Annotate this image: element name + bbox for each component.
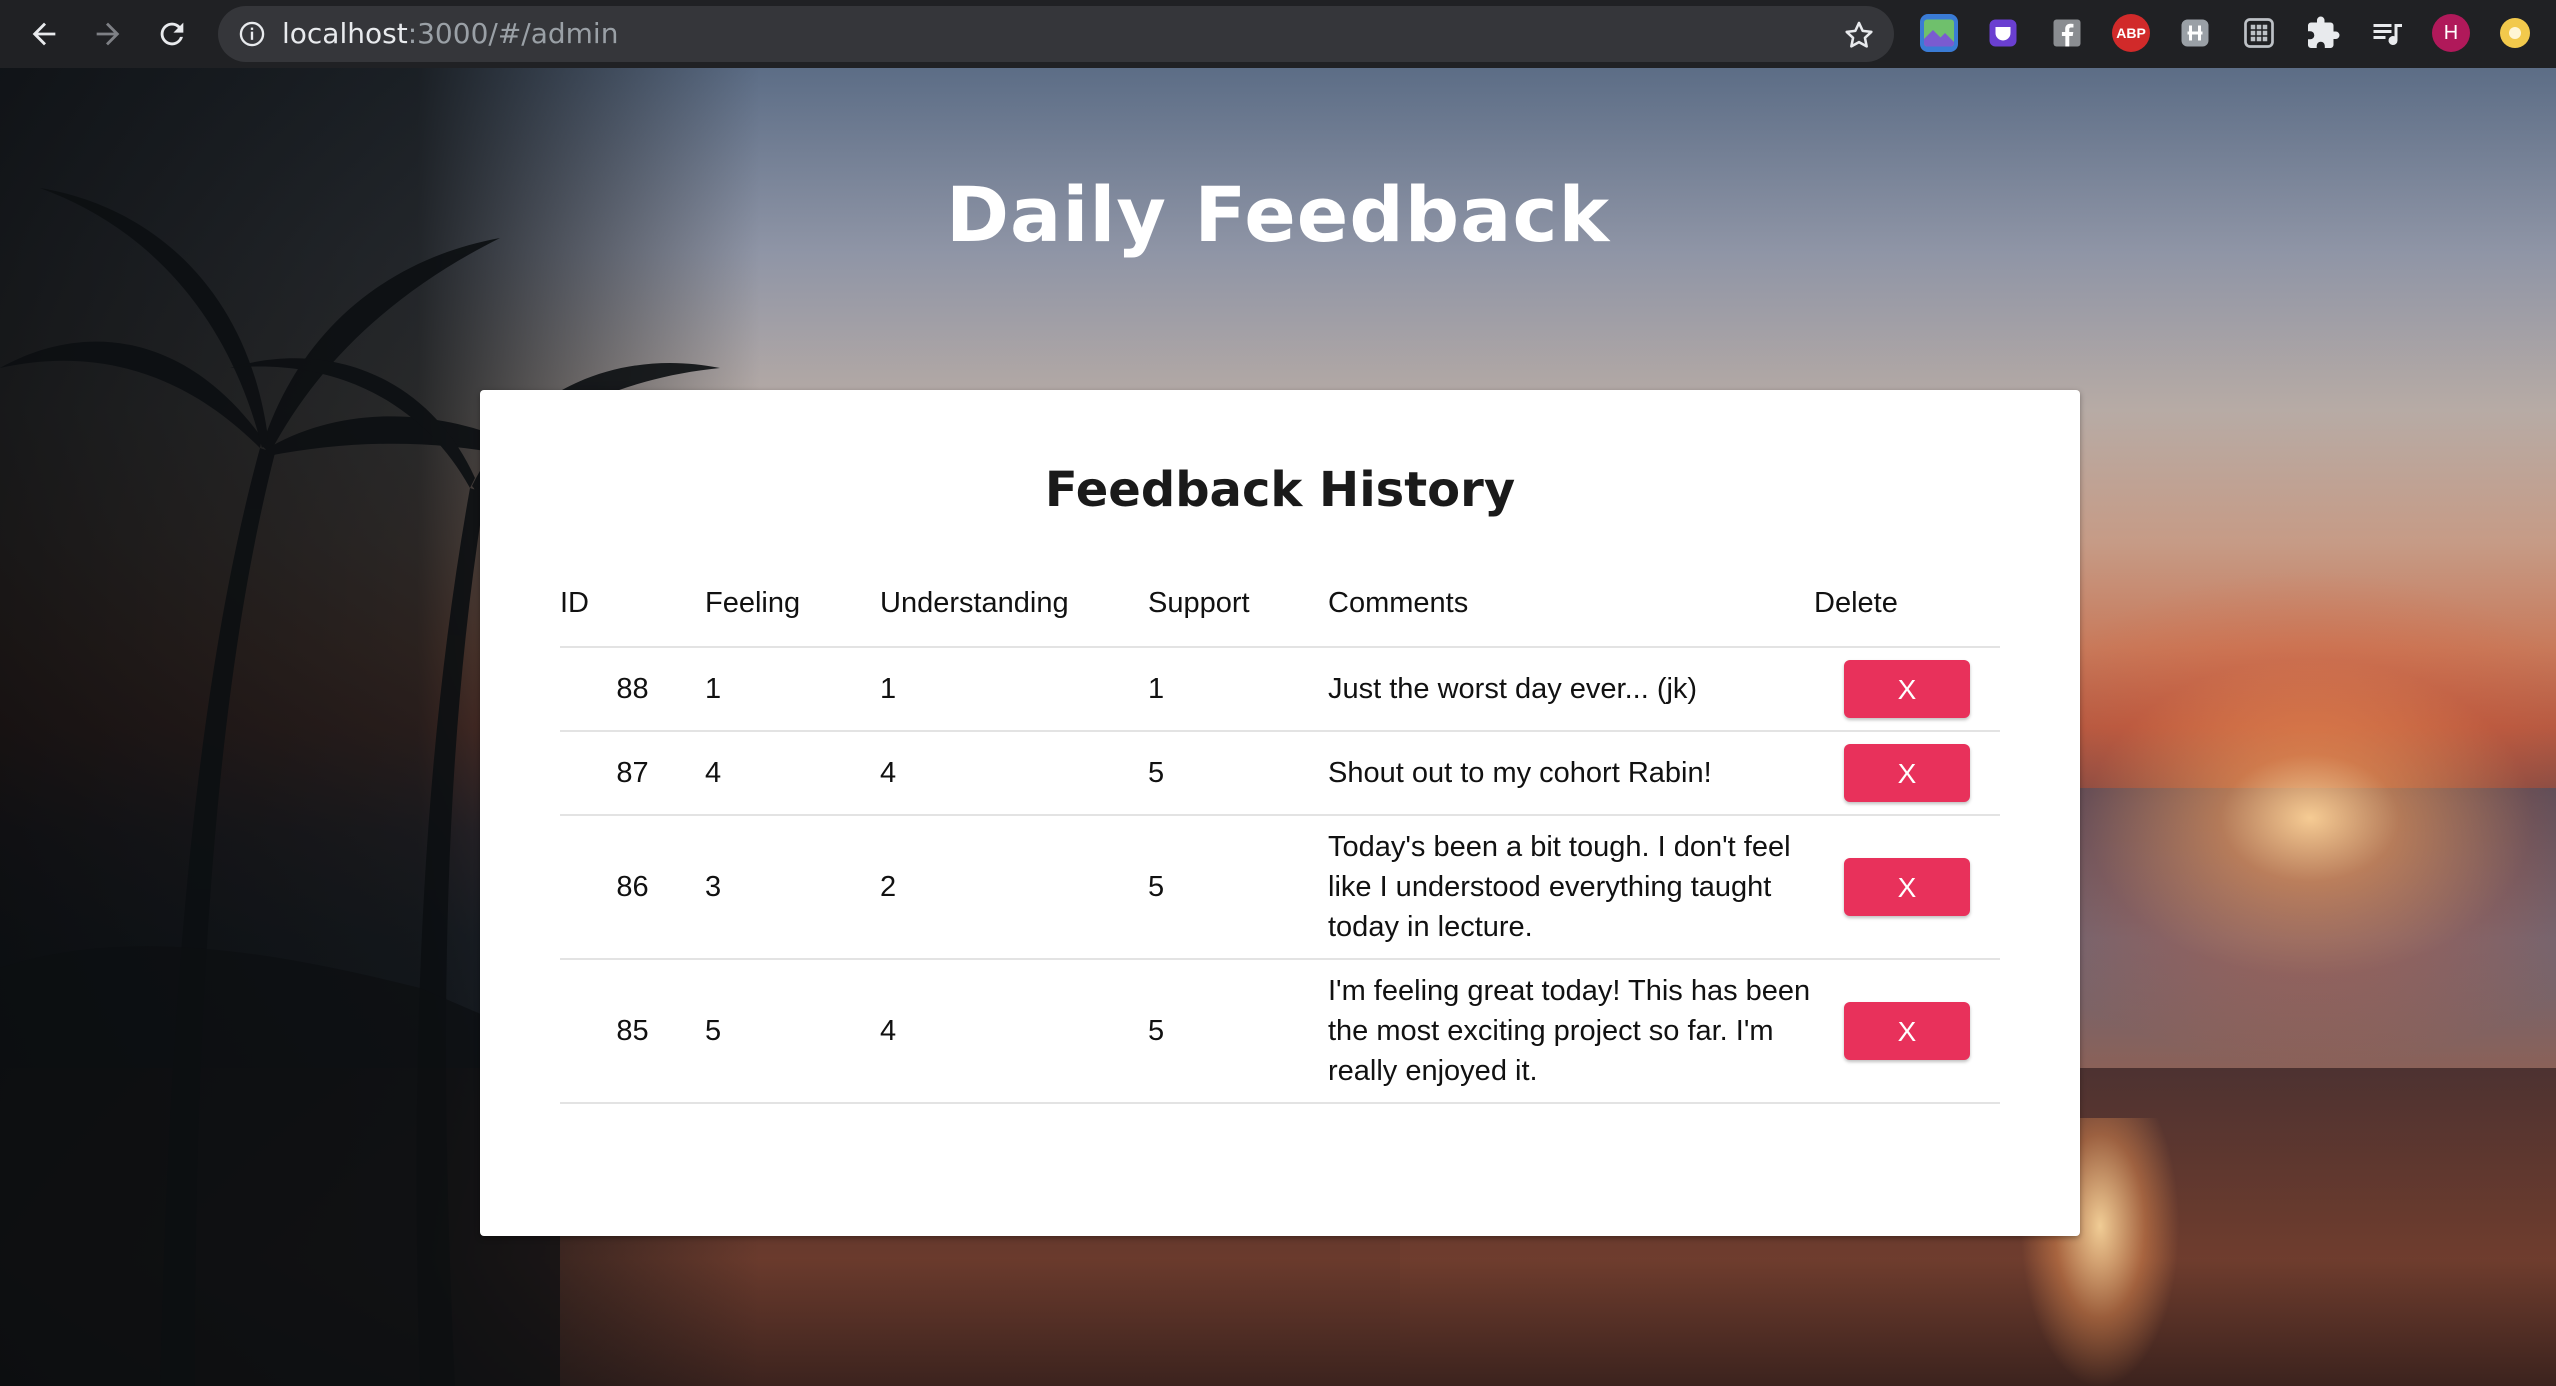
- cell-id: 85: [560, 959, 705, 1104]
- cell-delete: X: [1814, 647, 2000, 732]
- cell-comments: I'm feeling great today! This has been t…: [1328, 959, 1814, 1104]
- cell-comments: Just the worst day ever... (jk): [1328, 647, 1814, 732]
- cell-understanding: 2: [880, 815, 1148, 960]
- reload-button[interactable]: [148, 10, 196, 58]
- cell-comments: Shout out to my cohort Rabin!: [1328, 731, 1814, 816]
- table-row: 87 4 4 5 Shout out to my cohort Rabin! X: [560, 731, 2000, 816]
- column-header-feeling: Feeling: [705, 560, 880, 648]
- url-text: localhost:3000/#/admin: [282, 18, 618, 50]
- forward-button[interactable]: [84, 10, 132, 58]
- cell-support: 5: [1148, 731, 1328, 816]
- profile-initial: H: [2443, 21, 2459, 44]
- cell-feeling: 4: [705, 731, 880, 816]
- column-header-id: ID: [560, 560, 705, 648]
- feedback-table: ID Feeling Understanding Support Comment…: [560, 560, 2000, 1104]
- column-header-support: Support: [1148, 560, 1328, 648]
- site-info-icon[interactable]: [238, 20, 266, 48]
- cell-support: 5: [1148, 815, 1328, 960]
- cell-feeling: 5: [705, 959, 880, 1104]
- cell-understanding: 4: [880, 731, 1148, 816]
- column-header-understanding: Understanding: [880, 560, 1148, 648]
- back-arrow-icon: [32, 22, 56, 46]
- cell-comments: Today's been a bit tough. I don't feel l…: [1328, 815, 1814, 960]
- media-queue-icon[interactable]: [2368, 14, 2406, 52]
- url-path: :3000/#/admin: [407, 17, 619, 50]
- cell-delete: X: [1814, 815, 2000, 960]
- cell-feeling: 1: [705, 647, 880, 732]
- delete-button[interactable]: X: [1844, 858, 1970, 916]
- adblock-label: ABP: [2116, 25, 2146, 41]
- page-title: Daily Feedback: [945, 170, 1611, 259]
- browser-toolbar: localhost:3000/#/admin ABP H: [0, 0, 2556, 68]
- card-title: Feedback History: [1044, 462, 1516, 518]
- column-header-comments: Comments: [1328, 560, 1814, 648]
- table-row: 88 1 1 1 Just the worst day ever... (jk)…: [560, 647, 2000, 732]
- profile-avatar[interactable]: H: [2432, 14, 2470, 52]
- image-extension-icon[interactable]: [1920, 14, 1958, 52]
- update-indicator-icon[interactable]: [2496, 14, 2534, 52]
- cell-id: 87: [560, 731, 705, 816]
- bookmark-star-icon[interactable]: [1842, 18, 1876, 52]
- shield-extension-icon[interactable]: [1984, 14, 2022, 52]
- adblock-plus-icon[interactable]: ABP: [2112, 14, 2150, 52]
- cell-support: 5: [1148, 959, 1328, 1104]
- reload-icon: [160, 22, 184, 46]
- delete-button[interactable]: X: [1844, 660, 1970, 718]
- cell-delete: X: [1814, 731, 2000, 816]
- cell-support: 1: [1148, 647, 1328, 732]
- kanji-extension-icon[interactable]: [2176, 14, 2214, 52]
- column-header-delete: Delete: [1814, 560, 2000, 648]
- table-header-row: ID Feeling Understanding Support Comment…: [560, 560, 2000, 648]
- puzzle-icon[interactable]: [2304, 14, 2342, 52]
- delete-button[interactable]: X: [1844, 1002, 1970, 1060]
- table-row: 85 5 4 5 I'm feeling great today! This h…: [560, 959, 2000, 1104]
- forward-arrow-icon: [96, 22, 120, 46]
- facebook-extension-icon[interactable]: [2048, 14, 2086, 52]
- grid-extension-icon[interactable]: [2240, 14, 2278, 52]
- cell-understanding: 1: [880, 647, 1148, 732]
- cell-id: 88: [560, 647, 705, 732]
- table-row: 86 3 2 5 Today's been a bit tough. I don…: [560, 815, 2000, 960]
- url-host: localhost: [282, 17, 408, 50]
- delete-button[interactable]: X: [1844, 744, 1970, 802]
- cell-understanding: 4: [880, 959, 1148, 1104]
- cell-id: 86: [560, 815, 705, 960]
- cell-delete: X: [1814, 959, 2000, 1104]
- cell-feeling: 3: [705, 815, 880, 960]
- address-bar[interactable]: localhost:3000/#/admin: [218, 6, 1894, 62]
- feedback-history-card: Feedback History ID Feeling Understandin…: [480, 390, 2080, 1236]
- back-button[interactable]: [20, 10, 68, 58]
